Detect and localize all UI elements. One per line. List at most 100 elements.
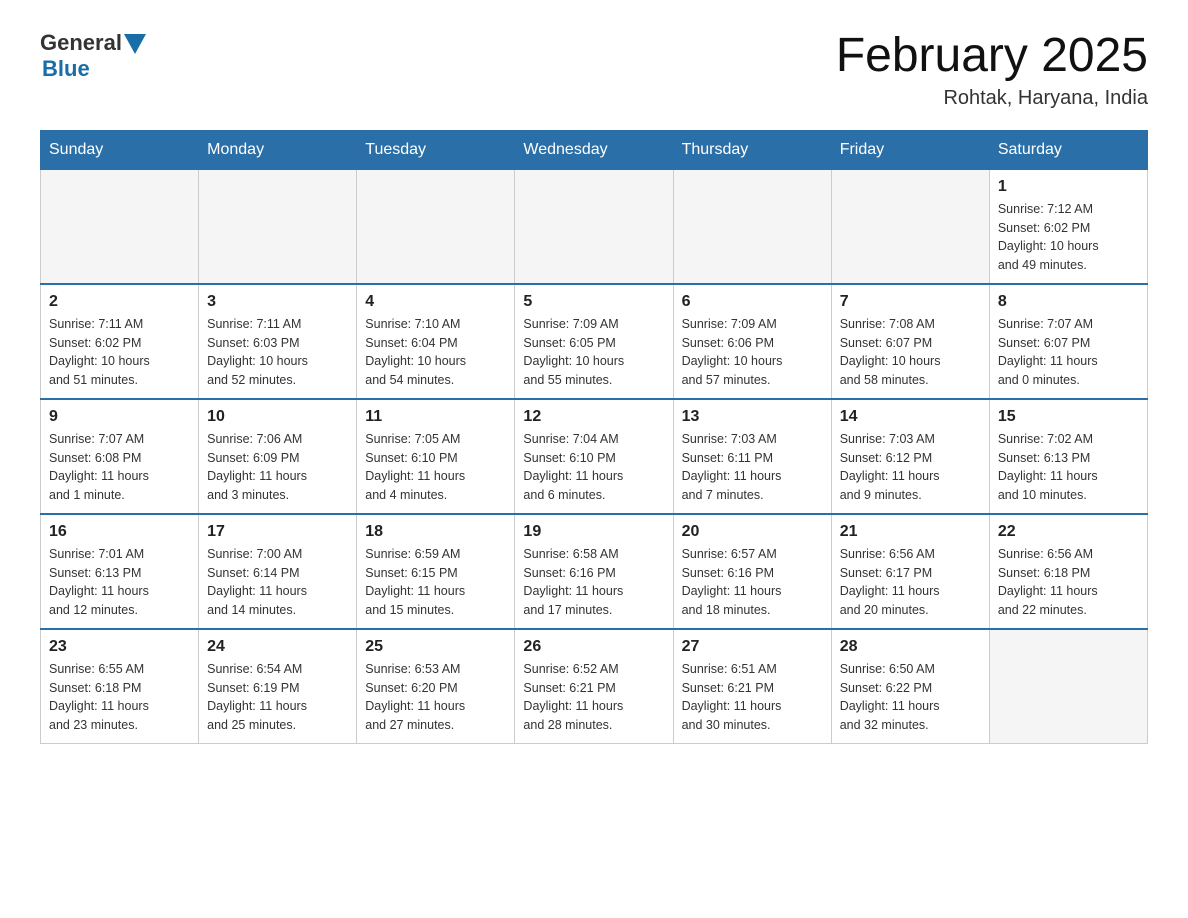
- calendar-cell: 24 Sunrise: 6:54 AM Sunset: 6:19 PM Dayli…: [199, 629, 357, 744]
- calendar-cell: 2 Sunrise: 7:11 AM Sunset: 6:02 PM Daylig…: [41, 284, 199, 399]
- day-info: Sunrise: 7:11 AM Sunset: 6:03 PM Dayligh…: [207, 315, 348, 390]
- day-number: 16: [49, 523, 190, 541]
- day-info: Sunrise: 7:03 AM Sunset: 6:11 PM Dayligh…: [682, 430, 823, 505]
- day-info: Sunrise: 7:02 AM Sunset: 6:13 PM Dayligh…: [998, 430, 1139, 505]
- day-number: 7: [840, 293, 981, 311]
- page-header: General Blue February 2025 Rohtak, Harya…: [40, 30, 1148, 110]
- day-info: Sunrise: 7:03 AM Sunset: 6:12 PM Dayligh…: [840, 430, 981, 505]
- weekday-header-thursday: Thursday: [673, 130, 831, 169]
- calendar-cell: 3Sunrise: 7:11 AM Sunset: 6:03 PM Daylig…: [199, 284, 357, 399]
- day-info: Sunrise: 7:01 AM Sunset: 6:13 PM Dayligh…: [49, 545, 190, 620]
- day-number: 17: [207, 523, 348, 541]
- logo-general-text: General: [40, 30, 122, 56]
- calendar-cell: 9 Sunrise: 7:07 AM Sunset: 6:08 PM Daylig…: [41, 399, 199, 514]
- calendar-cell: 7Sunrise: 7:08 AM Sunset: 6:07 PM Daylig…: [831, 284, 989, 399]
- logo-triangle-icon: [124, 34, 146, 54]
- day-info: Sunrise: 6:57 AM Sunset: 6:16 PM Dayligh…: [682, 545, 823, 620]
- day-number: 26: [523, 638, 664, 656]
- day-number: 27: [682, 638, 823, 656]
- calendar-week-row: 9 Sunrise: 7:07 AM Sunset: 6:08 PM Daylig…: [41, 399, 1148, 514]
- day-info: Sunrise: 6:50 AM Sunset: 6:22 PM Dayligh…: [840, 660, 981, 735]
- calendar-week-row: 23 Sunrise: 6:55 AM Sunset: 6:18 PM Dayli…: [41, 629, 1148, 744]
- calendar-cell: 8 Sunrise: 7:07 AM Sunset: 6:07 PM Daylig…: [989, 284, 1147, 399]
- day-number: 4: [365, 293, 506, 311]
- calendar-cell: 20 Sunrise: 6:57 AM Sunset: 6:16 PM Dayli…: [673, 514, 831, 629]
- calendar-cell: 18 Sunrise: 6:59 AM Sunset: 6:15 PM Dayli…: [357, 514, 515, 629]
- day-number: 12: [523, 408, 664, 426]
- calendar-cell: [515, 169, 673, 284]
- calendar-week-row: 16 Sunrise: 7:01 AM Sunset: 6:13 PM Dayli…: [41, 514, 1148, 629]
- header-right: February 2025 Rohtak, Haryana, India: [836, 30, 1148, 110]
- day-info: Sunrise: 6:59 AM Sunset: 6:15 PM Dayligh…: [365, 545, 506, 620]
- calendar-cell: [989, 629, 1147, 744]
- day-number: 15: [998, 408, 1139, 426]
- day-number: 24: [207, 638, 348, 656]
- day-info: Sunrise: 7:07 AM Sunset: 6:07 PM Dayligh…: [998, 315, 1139, 390]
- day-info: Sunrise: 7:10 AM Sunset: 6:04 PM Dayligh…: [365, 315, 506, 390]
- calendar-cell: 10 Sunrise: 7:06 AM Sunset: 6:09 PM Dayli…: [199, 399, 357, 514]
- day-number: 9: [49, 408, 190, 426]
- day-info: Sunrise: 7:11 AM Sunset: 6:02 PM Dayligh…: [49, 315, 190, 390]
- day-number: 11: [365, 408, 506, 426]
- calendar-cell: 1 Sunrise: 7:12 AM Sunset: 6:02 PM Daylig…: [989, 169, 1147, 284]
- day-info: Sunrise: 7:07 AM Sunset: 6:08 PM Dayligh…: [49, 430, 190, 505]
- day-number: 1: [998, 178, 1139, 196]
- calendar-cell: [199, 169, 357, 284]
- weekday-header-tuesday: Tuesday: [357, 130, 515, 169]
- day-number: 13: [682, 408, 823, 426]
- day-number: 2: [49, 293, 190, 311]
- day-info: Sunrise: 7:00 AM Sunset: 6:14 PM Dayligh…: [207, 545, 348, 620]
- calendar-cell: 19 Sunrise: 6:58 AM Sunset: 6:16 PM Dayli…: [515, 514, 673, 629]
- day-number: 20: [682, 523, 823, 541]
- day-number: 18: [365, 523, 506, 541]
- calendar-cell: 13 Sunrise: 7:03 AM Sunset: 6:11 PM Dayli…: [673, 399, 831, 514]
- calendar-cell: 23 Sunrise: 6:55 AM Sunset: 6:18 PM Dayli…: [41, 629, 199, 744]
- calendar-cell: 15 Sunrise: 7:02 AM Sunset: 6:13 PM Dayli…: [989, 399, 1147, 514]
- day-number: 23: [49, 638, 190, 656]
- calendar-cell: [41, 169, 199, 284]
- calendar-cell: 27Sunrise: 6:51 AM Sunset: 6:21 PM Dayli…: [673, 629, 831, 744]
- weekday-header-friday: Friday: [831, 130, 989, 169]
- weekday-header-saturday: Saturday: [989, 130, 1147, 169]
- calendar-table: SundayMondayTuesdayWednesdayThursdayFrid…: [40, 130, 1148, 744]
- calendar-cell: 25 Sunrise: 6:53 AM Sunset: 6:20 PM Dayli…: [357, 629, 515, 744]
- day-number: 19: [523, 523, 664, 541]
- day-info: Sunrise: 6:54 AM Sunset: 6:19 PM Dayligh…: [207, 660, 348, 735]
- calendar-cell: 28Sunrise: 6:50 AM Sunset: 6:22 PM Dayli…: [831, 629, 989, 744]
- calendar-cell: 5 Sunrise: 7:09 AM Sunset: 6:05 PM Daylig…: [515, 284, 673, 399]
- calendar-cell: 17 Sunrise: 7:00 AM Sunset: 6:14 PM Dayli…: [199, 514, 357, 629]
- calendar-cell: 22Sunrise: 6:56 AM Sunset: 6:18 PM Dayli…: [989, 514, 1147, 629]
- calendar-cell: 4 Sunrise: 7:10 AM Sunset: 6:04 PM Daylig…: [357, 284, 515, 399]
- day-number: 10: [207, 408, 348, 426]
- day-info: Sunrise: 6:58 AM Sunset: 6:16 PM Dayligh…: [523, 545, 664, 620]
- weekday-header-sunday: Sunday: [41, 130, 199, 169]
- day-info: Sunrise: 7:06 AM Sunset: 6:09 PM Dayligh…: [207, 430, 348, 505]
- day-info: Sunrise: 7:04 AM Sunset: 6:10 PM Dayligh…: [523, 430, 664, 505]
- logo: General Blue: [40, 30, 146, 82]
- calendar-week-row: 2 Sunrise: 7:11 AM Sunset: 6:02 PM Daylig…: [41, 284, 1148, 399]
- day-number: 25: [365, 638, 506, 656]
- weekday-header-monday: Monday: [199, 130, 357, 169]
- day-info: Sunrise: 6:56 AM Sunset: 6:17 PM Dayligh…: [840, 545, 981, 620]
- month-title: February 2025: [836, 30, 1148, 83]
- day-number: 5: [523, 293, 664, 311]
- calendar-cell: [673, 169, 831, 284]
- day-number: 8: [998, 293, 1139, 311]
- day-info: Sunrise: 7:05 AM Sunset: 6:10 PM Dayligh…: [365, 430, 506, 505]
- weekday-header-wednesday: Wednesday: [515, 130, 673, 169]
- weekday-header-row: SundayMondayTuesdayWednesdayThursdayFrid…: [41, 130, 1148, 169]
- logo-blue-text: Blue: [42, 56, 90, 82]
- day-info: Sunrise: 7:09 AM Sunset: 6:05 PM Dayligh…: [523, 315, 664, 390]
- calendar-week-row: 1 Sunrise: 7:12 AM Sunset: 6:02 PM Daylig…: [41, 169, 1148, 284]
- day-info: Sunrise: 6:55 AM Sunset: 6:18 PM Dayligh…: [49, 660, 190, 735]
- day-info: Sunrise: 6:53 AM Sunset: 6:20 PM Dayligh…: [365, 660, 506, 735]
- calendar-cell: 6Sunrise: 7:09 AM Sunset: 6:06 PM Daylig…: [673, 284, 831, 399]
- day-number: 22: [998, 523, 1139, 541]
- day-info: Sunrise: 6:52 AM Sunset: 6:21 PM Dayligh…: [523, 660, 664, 735]
- calendar-cell: 14Sunrise: 7:03 AM Sunset: 6:12 PM Dayli…: [831, 399, 989, 514]
- calendar-cell: [357, 169, 515, 284]
- day-info: Sunrise: 7:12 AM Sunset: 6:02 PM Dayligh…: [998, 200, 1139, 275]
- calendar-cell: [831, 169, 989, 284]
- calendar-cell: 26 Sunrise: 6:52 AM Sunset: 6:21 PM Dayli…: [515, 629, 673, 744]
- day-number: 21: [840, 523, 981, 541]
